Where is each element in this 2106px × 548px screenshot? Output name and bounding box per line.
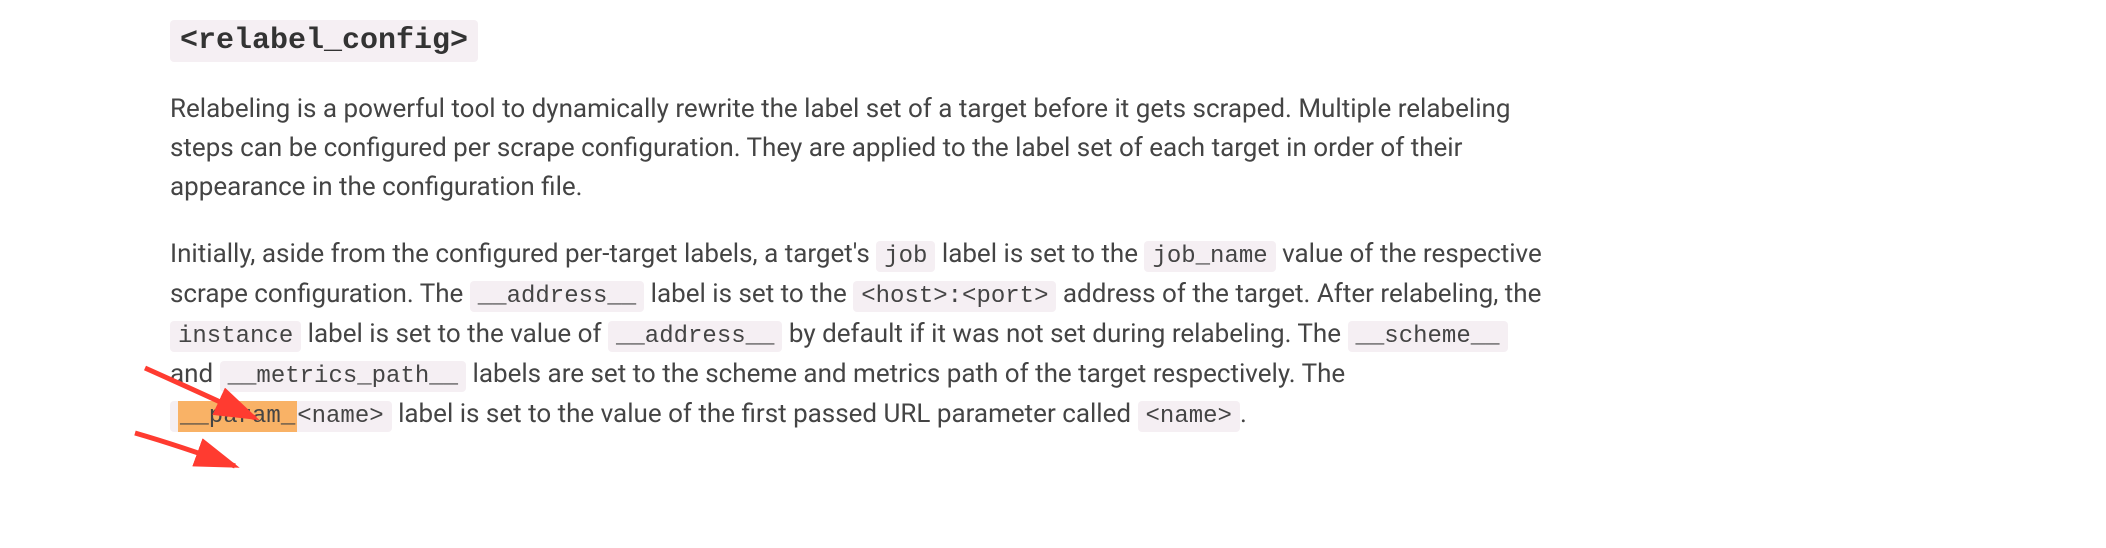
paragraph-details: Initially, aside from the configured per… <box>170 235 1550 435</box>
text-segment: by default if it was not set during rela… <box>782 319 1347 349</box>
paragraph-intro: Relabeling is a powerful tool to dynamic… <box>170 90 1550 207</box>
text-segment: label is set to the <box>935 239 1144 269</box>
code-address-2: __address__ <box>608 321 782 352</box>
code-instance: instance <box>170 321 301 352</box>
code-address: __address__ <box>470 281 644 312</box>
text-segment: labels are set to the scheme and metrics… <box>466 359 1345 389</box>
code-name: <name> <box>1138 401 1240 432</box>
document-content: <relabel_config> Relabeling is a powerfu… <box>170 20 1550 435</box>
code-param-rest: <name> <box>297 403 383 430</box>
code-host-port: <host>:<port> <box>853 281 1056 312</box>
annotation-arrow-icon <box>130 428 250 478</box>
code-job-name: job_name <box>1144 241 1275 272</box>
section-heading: <relabel_config> <box>170 20 1550 90</box>
text-segment: Initially, aside from the configured per… <box>170 239 876 269</box>
annotation-arrow-icon <box>140 363 270 433</box>
text-segment: label is set to the value of <box>301 319 608 349</box>
text-segment: label is set to the <box>644 279 853 309</box>
text-segment: label is set to the value of the first p… <box>392 399 1138 429</box>
text-segment: address of the target. After relabeling,… <box>1056 279 1541 309</box>
code-job: job <box>876 241 935 272</box>
heading-code: <relabel_config> <box>170 20 478 62</box>
code-scheme: __scheme__ <box>1348 321 1508 352</box>
text-segment: . <box>1240 399 1247 429</box>
